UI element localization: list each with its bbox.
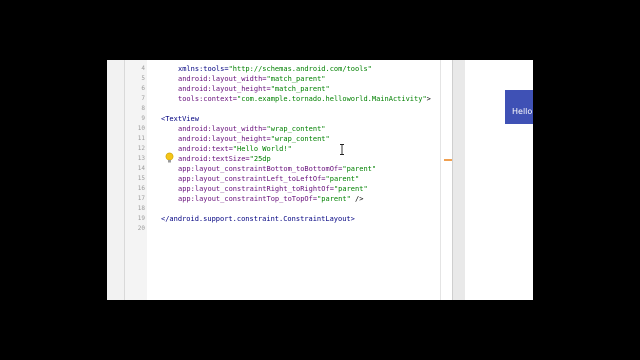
code-token: android:layout_width= bbox=[178, 75, 267, 83]
code-token: "25dp bbox=[249, 155, 271, 163]
code-token: /> bbox=[350, 195, 364, 203]
code-token: "com.example.tornado.helloworld.MainActi… bbox=[237, 95, 427, 103]
code-token: xmlns:tools= bbox=[178, 65, 229, 73]
line-number: 9 bbox=[141, 115, 145, 122]
code-token: android:layout_height= bbox=[178, 135, 271, 143]
code-line[interactable]: android:layout_width="wrap_content" bbox=[178, 124, 326, 134]
line-number: 7 bbox=[141, 95, 145, 102]
code-token: > bbox=[426, 95, 431, 103]
code-token: "wrap_content" bbox=[270, 135, 330, 143]
code-token: tools:context= bbox=[178, 95, 238, 103]
code-token: app:layout_constraintLeft_toLeftOf= bbox=[178, 175, 326, 183]
code-line[interactable]: app:layout_constraintTop_toTopOf="parent… bbox=[178, 194, 363, 204]
code-token: "parent" bbox=[333, 185, 368, 193]
code-line[interactable]: <TextView bbox=[161, 114, 199, 124]
code-token: android:layout_height= bbox=[178, 85, 271, 93]
line-number: 19 bbox=[137, 215, 145, 222]
line-number: 4 bbox=[141, 65, 145, 72]
line-number: 12 bbox=[137, 145, 145, 152]
code-token: "parent" bbox=[342, 165, 377, 173]
code-token: app:layout_constraintRight_toRightOf= bbox=[178, 185, 334, 193]
tool-window-strip[interactable] bbox=[107, 60, 125, 300]
line-number: 5 bbox=[141, 75, 145, 82]
ide-window: 4 5 6 7 8 9 10 11 12 13 14 15 16 17 18 19 20 xmlns:tools… bbox=[107, 60, 533, 300]
line-number: 8 bbox=[141, 105, 145, 112]
code-token: <TextView bbox=[161, 115, 199, 123]
code-line[interactable]: android:layout_height="wrap_content" bbox=[178, 134, 330, 144]
line-number: 11 bbox=[137, 135, 145, 142]
code-line[interactable]: app:layout_constraintLeft_toLeftOf="pare… bbox=[178, 174, 359, 184]
code-token: "match_parent" bbox=[270, 85, 330, 93]
code-line[interactable]: android:layout_height="match_parent" bbox=[178, 84, 330, 94]
code-line[interactable]: android:textSize="25dp bbox=[178, 154, 271, 164]
lightbulb-icon[interactable] bbox=[165, 152, 174, 164]
code-token: "parent" bbox=[317, 195, 351, 203]
line-number: 6 bbox=[141, 85, 145, 92]
code-line[interactable]: app:layout_constraintRight_toRightOf="pa… bbox=[178, 184, 368, 194]
code-line[interactable]: android:text="Hello World!" bbox=[178, 144, 292, 154]
code-token: android:layout_width= bbox=[178, 125, 267, 133]
code-token: "parent" bbox=[325, 175, 360, 183]
line-number: 15 bbox=[137, 175, 145, 182]
code-token: "http://schemas.android.com/tools" bbox=[228, 65, 372, 73]
panel-splitter[interactable] bbox=[452, 60, 466, 300]
line-number: 13 bbox=[137, 155, 145, 162]
warning-marker[interactable] bbox=[444, 159, 452, 161]
line-number-gutter: 4 5 6 7 8 9 10 11 12 13 14 15 16 17 18 19 20 bbox=[125, 60, 147, 300]
code-token: "wrap_content" bbox=[266, 125, 326, 133]
line-number: 10 bbox=[137, 125, 145, 132]
code-token: </android.support.constraint.ConstraintL… bbox=[161, 215, 355, 223]
line-number: 16 bbox=[137, 185, 145, 192]
code-token: "match_parent" bbox=[266, 75, 326, 83]
code-line[interactable]: xmlns:tools="http://schemas.android.com/… bbox=[178, 64, 372, 74]
code-editor[interactable]: xmlns:tools="http://schemas.android.com/… bbox=[147, 60, 440, 300]
code-token: "Hello World!" bbox=[232, 145, 292, 153]
text-cursor-icon bbox=[340, 144, 344, 155]
code-token: app:layout_constraintBottom_toBottomOf= bbox=[178, 165, 343, 173]
line-number: 14 bbox=[137, 165, 145, 172]
line-number: 20 bbox=[137, 225, 145, 232]
code-line[interactable]: app:layout_constraintBottom_toBottomOf="… bbox=[178, 164, 376, 174]
code-line[interactable]: tools:context="com.example.tornado.hello… bbox=[178, 94, 431, 104]
code-line[interactable]: android:layout_width="match_parent" bbox=[178, 74, 326, 84]
line-number: 17 bbox=[137, 195, 145, 202]
code-token: android:textSize= bbox=[178, 155, 250, 163]
code-token: app:layout_constraintTop_toTopOf= bbox=[178, 195, 318, 203]
code-token: android:text= bbox=[178, 145, 233, 153]
preview-app-title: Hello bbox=[512, 107, 533, 116]
code-line[interactable]: </android.support.constraint.ConstraintL… bbox=[161, 214, 355, 224]
line-number: 18 bbox=[137, 205, 145, 212]
